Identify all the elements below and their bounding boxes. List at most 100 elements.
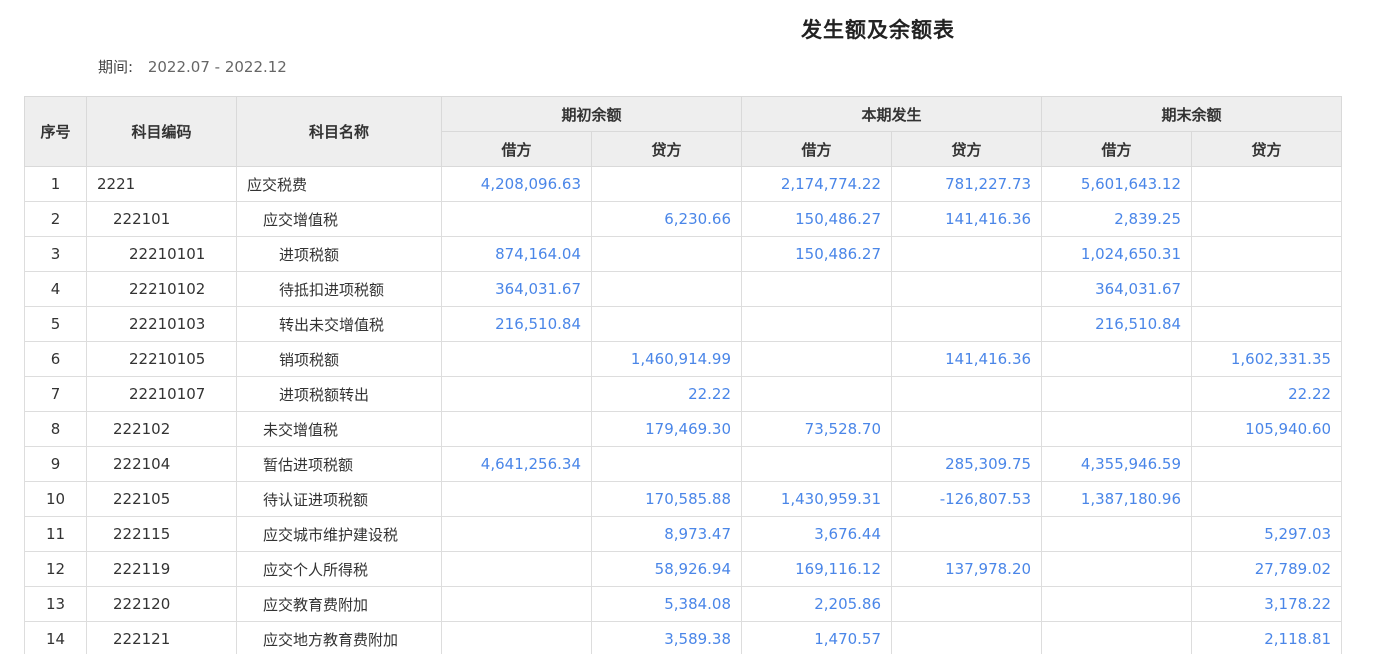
cell-account-name[interactable]: 未交增值税 [236, 411, 442, 447]
header-closing-credit[interactable]: 贷方 [1191, 131, 1343, 167]
cell-closing-debit[interactable]: 4,355,946.59 [1041, 446, 1193, 482]
cell-opening-debit[interactable] [441, 341, 592, 377]
cell-current-credit[interactable] [891, 271, 1043, 307]
cell-opening-debit[interactable] [441, 376, 592, 412]
cell-opening-credit[interactable] [590, 306, 743, 342]
cell-opening-debit[interactable]: 364,031.67 [441, 271, 592, 307]
table-row[interactable]: 4 22210102 待抵扣进项税额 364,031.67 364,031.67 [24, 271, 1343, 307]
cell-closing-credit[interactable]: 1,602,331.35 [1191, 341, 1343, 377]
cell-closing-debit[interactable] [1041, 376, 1193, 412]
cell-closing-debit[interactable] [1041, 586, 1193, 622]
cell-current-credit[interactable] [891, 516, 1043, 552]
cell-account-name[interactable]: 转出未交增值税 [236, 306, 442, 342]
cell-account-name[interactable]: 应交增值税 [236, 201, 442, 237]
table-row[interactable]: 6 22210105 销项税额 1,460,914.99 141,416.36 1,602… [24, 341, 1343, 377]
cell-current-credit[interactable] [891, 411, 1043, 447]
header-code[interactable]: 科目编码 [86, 96, 237, 167]
cell-account-name[interactable]: 进项税额转出 [236, 376, 442, 412]
header-opening-credit[interactable]: 贷方 [590, 131, 743, 167]
cell-opening-credit[interactable]: 5,384.08 [590, 586, 743, 622]
cell-current-debit[interactable] [741, 446, 893, 482]
cell-current-debit[interactable]: 169,116.12 [741, 551, 893, 587]
cell-closing-credit[interactable] [1191, 166, 1343, 202]
cell-closing-credit[interactable] [1191, 446, 1343, 482]
cell-account-code[interactable]: 222120 [86, 586, 237, 622]
cell-current-credit[interactable]: 781,227.73 [891, 166, 1043, 202]
cell-current-credit[interactable] [891, 376, 1043, 412]
cell-account-code[interactable]: 22210103 [86, 306, 237, 342]
cell-opening-debit[interactable]: 4,641,256.34 [441, 446, 592, 482]
cell-opening-debit[interactable] [441, 586, 592, 622]
cell-account-name[interactable]: 应交个人所得税 [236, 551, 442, 587]
cell-current-debit[interactable]: 150,486.27 [741, 201, 893, 237]
cell-account-code[interactable]: 22210107 [86, 376, 237, 412]
cell-current-debit[interactable] [741, 271, 893, 307]
cell-account-name[interactable]: 应交城市维护建设税 [236, 516, 442, 552]
table-row[interactable]: 9 222104 暂估进项税额 4,641,256.34 285,309.75 4,355… [24, 446, 1343, 482]
header-seq[interactable]: 序号 [24, 96, 87, 167]
cell-closing-debit[interactable]: 5,601,643.12 [1041, 166, 1193, 202]
table-row[interactable]: 1 2221 应交税费 4,208,096.63 2,174,774.22 781,227… [24, 166, 1343, 202]
cell-opening-credit[interactable]: 58,926.94 [590, 551, 743, 587]
cell-closing-credit[interactable]: 105,940.60 [1191, 411, 1343, 447]
table-row[interactable]: 12 222119 应交个人所得税 58,926.94 169,116.12 137,97… [24, 551, 1343, 587]
cell-closing-credit[interactable] [1191, 306, 1343, 342]
cell-current-credit[interactable] [891, 306, 1043, 342]
cell-closing-credit[interactable] [1191, 236, 1343, 272]
cell-current-debit[interactable] [741, 341, 893, 377]
cell-current-credit[interactable] [891, 621, 1043, 654]
cell-closing-debit[interactable] [1041, 341, 1193, 377]
cell-opening-debit[interactable] [441, 411, 592, 447]
cell-closing-credit[interactable]: 2,118.81 [1191, 621, 1343, 654]
cell-opening-credit[interactable]: 170,585.88 [590, 481, 743, 517]
cell-current-debit[interactable]: 3,676.44 [741, 516, 893, 552]
cell-current-debit[interactable]: 150,486.27 [741, 236, 893, 272]
cell-account-code[interactable]: 222115 [86, 516, 237, 552]
cell-opening-debit[interactable] [441, 201, 592, 237]
cell-account-code[interactable]: 222105 [86, 481, 237, 517]
cell-opening-credit[interactable]: 1,460,914.99 [590, 341, 743, 377]
cell-closing-credit[interactable]: 27,789.02 [1191, 551, 1343, 587]
cell-opening-credit[interactable]: 3,589.38 [590, 621, 743, 654]
cell-closing-credit[interactable] [1191, 201, 1343, 237]
header-current-debit[interactable]: 借方 [741, 131, 893, 167]
cell-account-code[interactable]: 222121 [86, 621, 237, 654]
header-current-credit[interactable]: 贷方 [891, 131, 1043, 167]
cell-closing-credit[interactable] [1191, 271, 1343, 307]
table-row[interactable]: 11 222115 应交城市维护建设税 8,973.47 3,676.44 5,297.0… [24, 516, 1343, 552]
cell-current-credit[interactable]: 141,416.36 [891, 341, 1043, 377]
cell-account-name[interactable]: 销项税额 [236, 341, 442, 377]
cell-closing-credit[interactable]: 3,178.22 [1191, 586, 1343, 622]
cell-current-debit[interactable] [741, 376, 893, 412]
table-row[interactable]: 5 22210103 转出未交增值税 216,510.84 216,510.84 [24, 306, 1343, 342]
cell-opening-credit[interactable] [590, 446, 743, 482]
cell-opening-debit[interactable]: 216,510.84 [441, 306, 592, 342]
cell-opening-debit[interactable] [441, 621, 592, 654]
cell-current-credit[interactable]: 141,416.36 [891, 201, 1043, 237]
cell-opening-credit[interactable]: 8,973.47 [590, 516, 743, 552]
cell-account-name[interactable]: 进项税额 [236, 236, 442, 272]
table-row[interactable]: 13 222120 应交教育费附加 5,384.08 2,205.86 3,178.22 [24, 586, 1343, 622]
cell-closing-debit[interactable]: 1,024,650.31 [1041, 236, 1193, 272]
cell-current-credit[interactable]: 285,309.75 [891, 446, 1043, 482]
cell-opening-credit[interactable]: 179,469.30 [590, 411, 743, 447]
header-closing-debit[interactable]: 借方 [1041, 131, 1193, 167]
cell-closing-debit[interactable] [1041, 411, 1193, 447]
cell-account-code[interactable]: 222104 [86, 446, 237, 482]
cell-current-credit[interactable] [891, 236, 1043, 272]
header-opening-debit[interactable]: 借方 [441, 131, 592, 167]
cell-opening-debit[interactable] [441, 551, 592, 587]
table-row[interactable]: 8 222102 未交增值税 179,469.30 73,528.70 105,940.6… [24, 411, 1343, 447]
cell-account-name[interactable]: 待认证进项税额 [236, 481, 442, 517]
cell-current-debit[interactable] [741, 306, 893, 342]
cell-account-name[interactable]: 应交地方教育费附加 [236, 621, 442, 654]
table-row[interactable]: 7 22210107 进项税额转出 22.22 22.22 [24, 376, 1343, 412]
cell-current-credit[interactable]: -126,807.53 [891, 481, 1043, 517]
cell-opening-credit[interactable] [590, 166, 743, 202]
cell-opening-debit[interactable] [441, 481, 592, 517]
cell-current-debit[interactable]: 1,470.57 [741, 621, 893, 654]
cell-closing-debit[interactable]: 2,839.25 [1041, 201, 1193, 237]
cell-closing-credit[interactable]: 22.22 [1191, 376, 1343, 412]
cell-account-code[interactable]: 22210101 [86, 236, 237, 272]
table-row[interactable]: 10 222105 待认证进项税额 170,585.88 1,430,959.31 -12… [24, 481, 1343, 517]
